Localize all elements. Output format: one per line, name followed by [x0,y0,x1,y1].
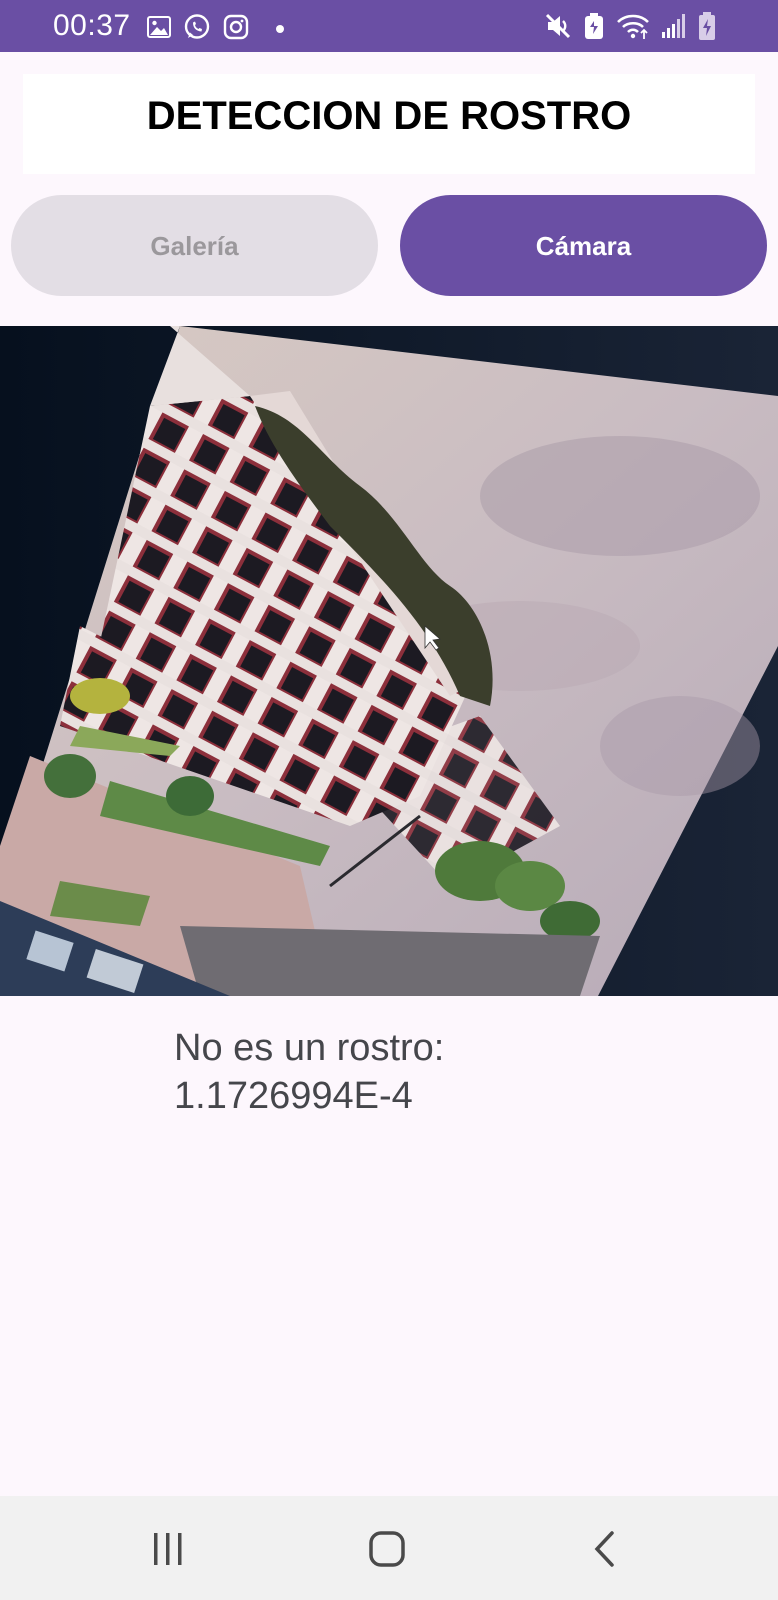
navigation-bar [0,1496,778,1600]
dot-icon [275,21,285,39]
back-icon[interactable] [592,1530,618,1573]
camera-button[interactable]: Cámara [400,195,767,296]
battery-charging-icon [698,11,716,46]
battery-saver-icon [583,12,605,45]
mute-icon [544,12,572,45]
status-notification-icons [147,13,285,46]
home-icon[interactable] [368,1530,406,1573]
recent-apps-icon[interactable] [150,1531,186,1572]
status-bar: 00:37 [0,0,778,52]
gallery-button[interactable]: Galería [11,195,378,296]
instagram-icon [223,14,249,45]
gallery-notification-icon [147,15,171,44]
result-label: No es un rostro: [174,1027,445,1069]
whatsapp-icon [183,13,211,46]
detection-result: No es un rostro: 1.1726994E-4 [174,1024,444,1120]
status-system-icons [544,11,716,46]
result-score: 1.1726994E-4 [174,1075,413,1117]
status-time: 00:37 [53,9,131,42]
app-screen: 00:37 DETECCION DE ROSTRO Galería Cámara… [0,0,778,1600]
captured-photo [0,326,778,996]
wifi-icon [616,12,650,45]
photo-image [0,326,778,996]
page-title: DETECCION DE ROSTRO [146,94,632,138]
title-card: DETECCION DE ROSTRO [23,74,755,174]
signal-icon [661,12,687,45]
